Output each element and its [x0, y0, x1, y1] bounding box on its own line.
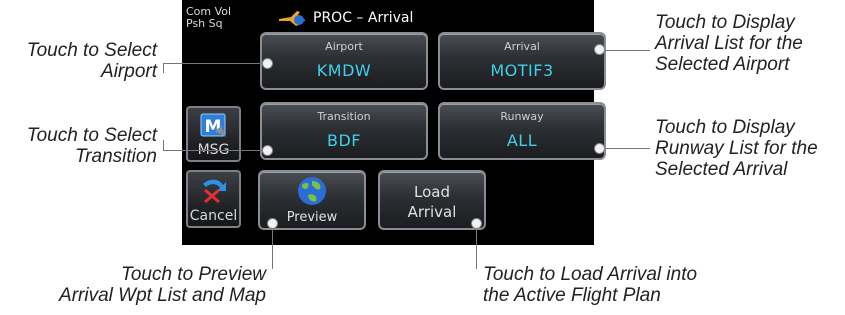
- load-arrival-label-line1: Load: [414, 183, 450, 201]
- procedure-arrival-screen: Com Vol Psh Sq PROC – Arrival Airport KM…: [182, 0, 606, 245]
- message-icon: M: [200, 113, 226, 137]
- msg-button[interactable]: M MSG: [186, 106, 241, 162]
- airplane-icon: [279, 11, 305, 26]
- transition-label: Transition: [317, 110, 371, 123]
- transition-button[interactable]: Transition BDF: [260, 102, 428, 160]
- leader-line-arrival-list: [602, 50, 650, 51]
- callout-preview: Touch to Preview Arrival Wpt List and Ma…: [59, 264, 266, 306]
- target-dot-load-arrival: [471, 218, 482, 229]
- cancel-label: Cancel: [189, 208, 238, 224]
- leader-line-airport: [163, 63, 266, 64]
- load-arrival-label-line2: Arrival: [407, 203, 457, 221]
- runway-label: Runway: [500, 110, 544, 123]
- runway-value: ALL: [506, 131, 538, 150]
- callout-select-airport: Touch to Select Airport: [26, 40, 157, 82]
- arrival-label: Arrival: [504, 40, 540, 53]
- airport-value: KMDW: [316, 61, 372, 80]
- leader-line-runway-list: [602, 148, 650, 149]
- page-title: PROC – Arrival: [313, 10, 414, 26]
- airport-label: Airport: [325, 40, 363, 53]
- cancel-arrow-icon: [203, 179, 226, 204]
- callout-select-transition: Touch to Select Transition: [26, 125, 157, 167]
- load-arrival-button[interactable]: Load Arrival: [378, 170, 486, 230]
- leader-line-preview: [272, 222, 273, 269]
- arrival-button[interactable]: Arrival MOTIF3: [438, 32, 606, 90]
- runway-button[interactable]: Runway ALL: [438, 102, 606, 160]
- target-dot-transition: [262, 145, 273, 156]
- cancel-button[interactable]: Cancel: [186, 170, 241, 228]
- leader-line-load-arrival: [476, 222, 477, 269]
- callout-load-arrival: Touch to Load Arrival into the Active Fl…: [483, 264, 698, 306]
- leader-line-transition: [163, 150, 266, 151]
- leader-line-transition-end: [163, 140, 164, 150]
- target-dot-airport: [262, 58, 273, 69]
- transition-value: BDF: [327, 131, 361, 150]
- svg-text:M: M: [205, 117, 222, 137]
- callout-display-runway-list: Touch to Display Runway List for the Sel…: [655, 117, 818, 180]
- callout-display-arrival-list: Touch to Display Arrival List for the Se…: [655, 12, 803, 75]
- target-dot-runway-list: [594, 143, 605, 154]
- airport-button[interactable]: Airport KMDW: [260, 32, 428, 90]
- leader-line-airport-end: [163, 63, 164, 73]
- target-dot-arrival-list: [594, 44, 605, 55]
- target-dot-preview: [267, 218, 278, 229]
- com-volume-label[interactable]: Com Vol Psh Sq: [186, 6, 231, 30]
- title-bar: PROC – Arrival: [277, 8, 413, 28]
- globe-preview-icon: [298, 177, 326, 205]
- arrival-value: MOTIF3: [490, 61, 554, 80]
